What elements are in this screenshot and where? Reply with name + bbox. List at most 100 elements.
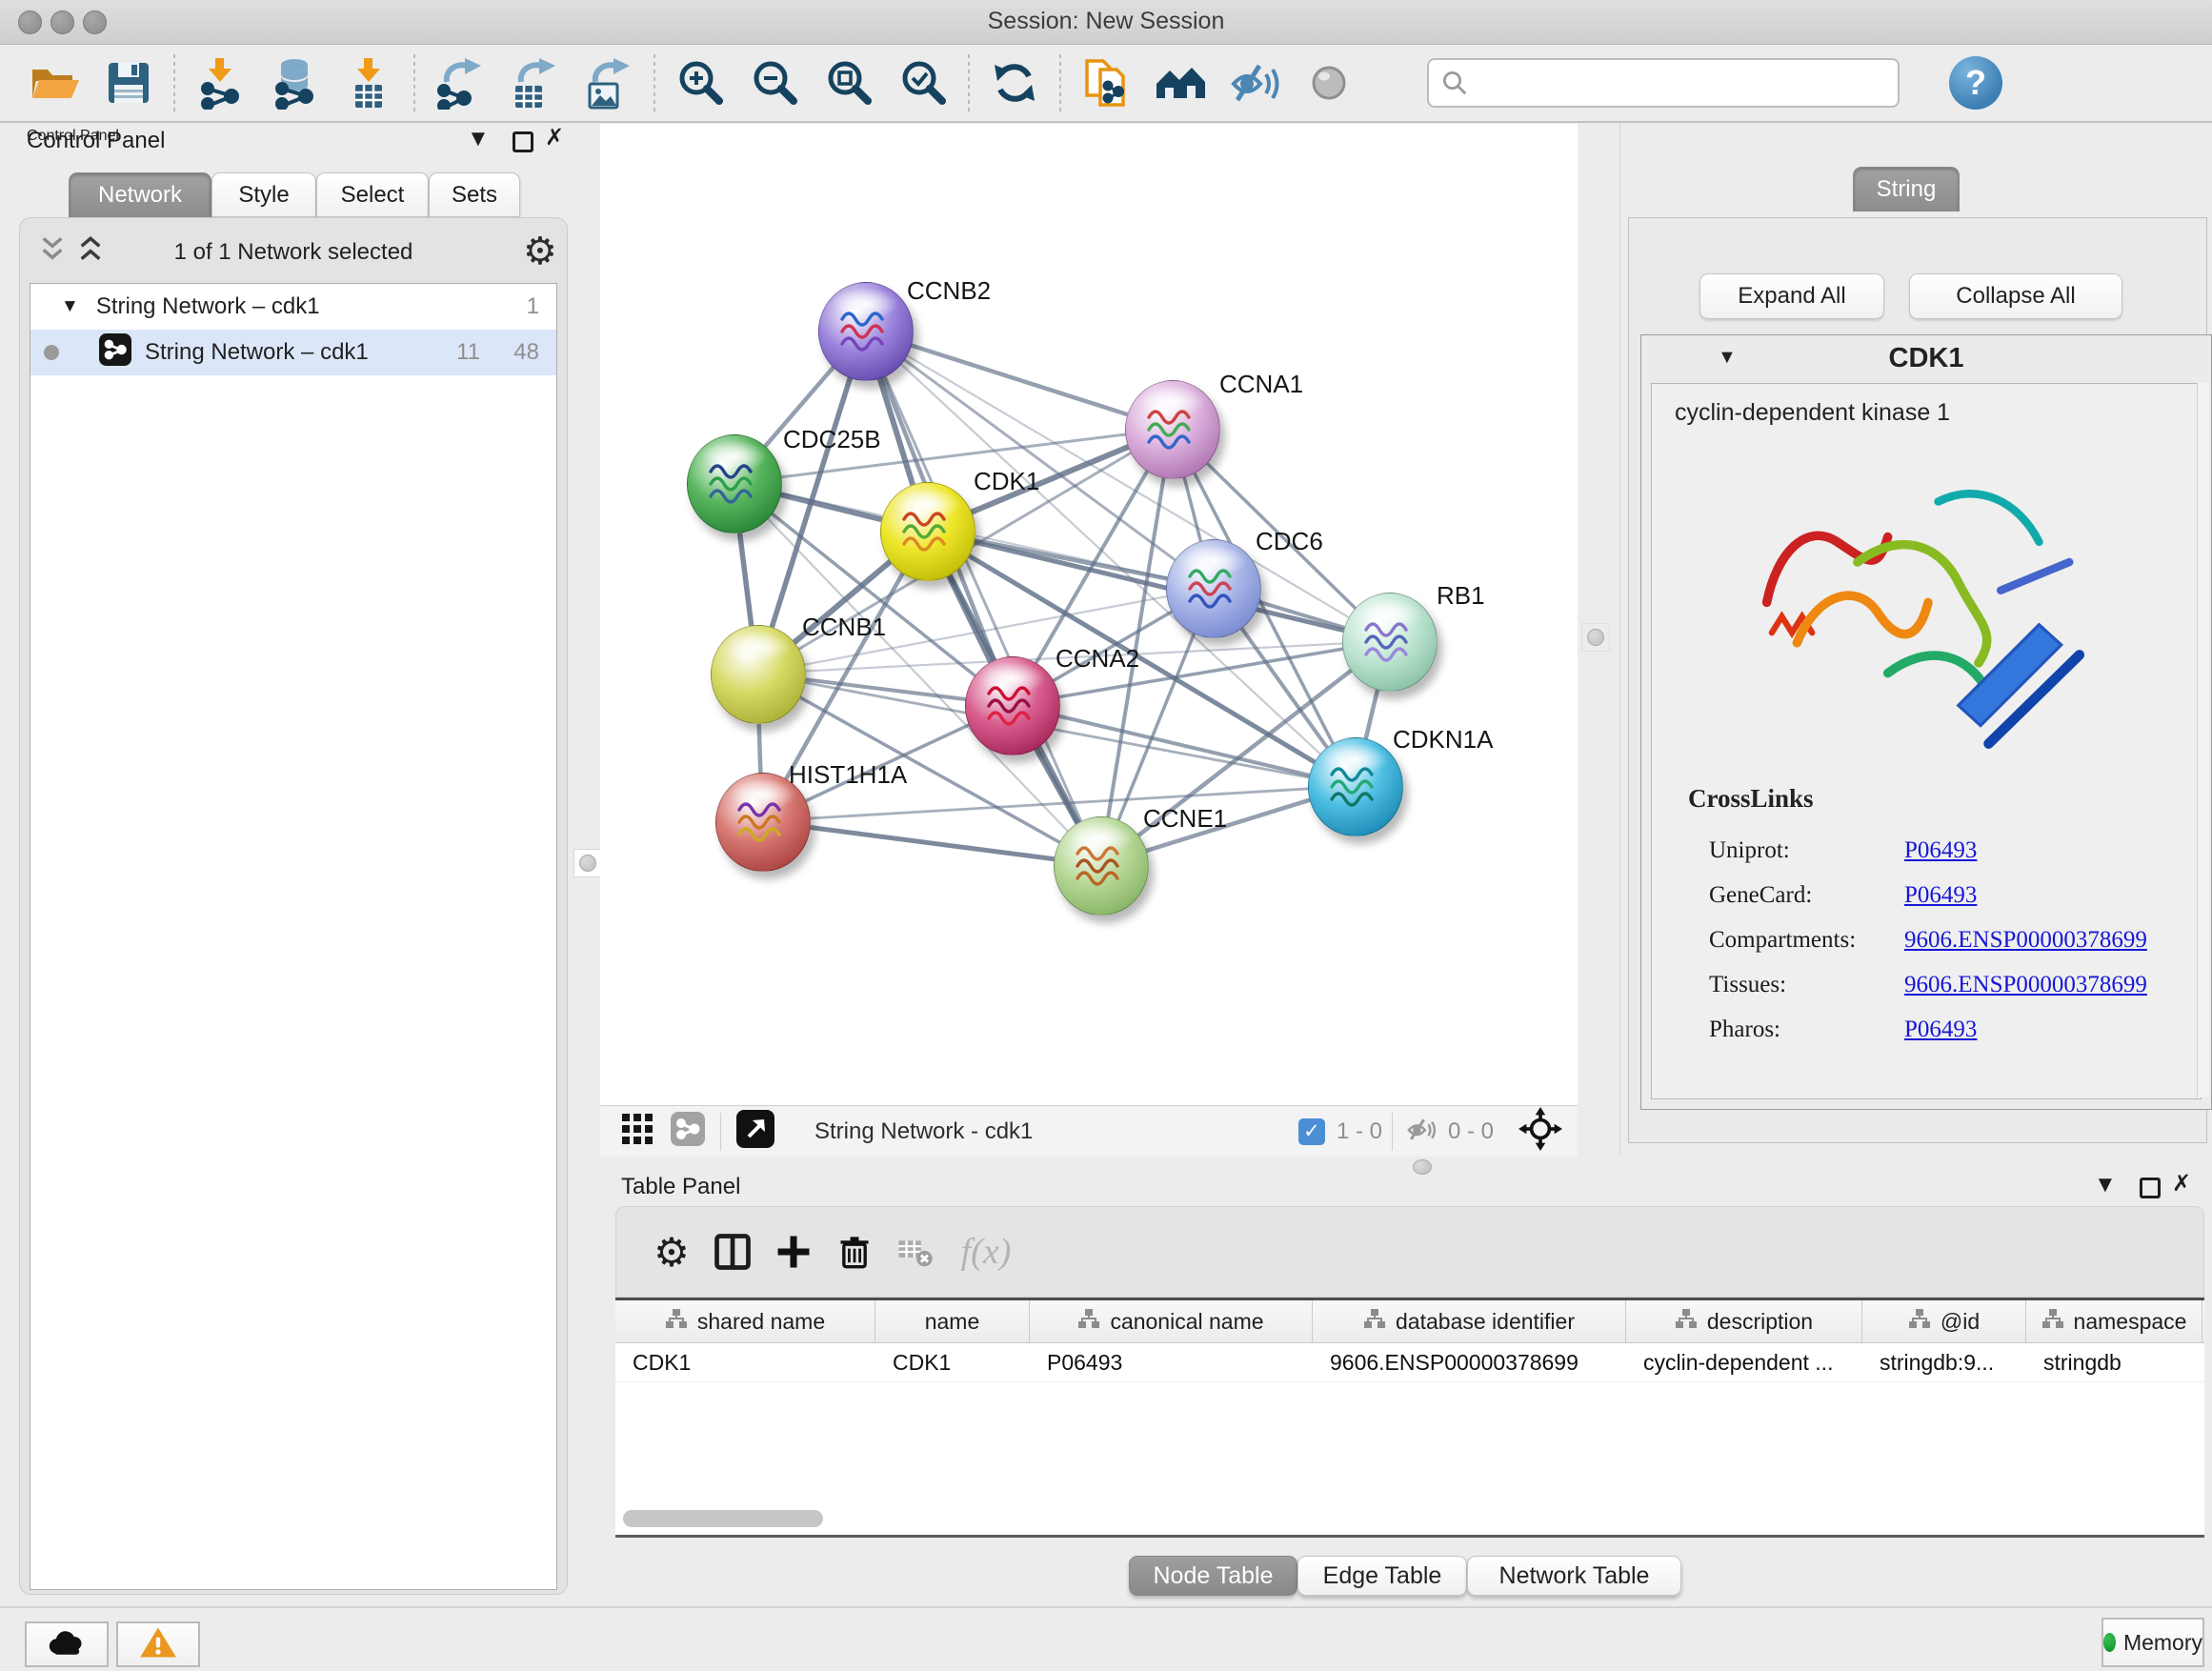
network-from-document-icon[interactable]: [1069, 51, 1143, 114]
zoom-fit-icon[interactable]: [812, 51, 886, 114]
control-panel-close-icon[interactable]: ✗: [545, 124, 564, 151]
export-image-icon[interactable]: [572, 51, 646, 114]
node-label-HIST1H1A: HIST1H1A: [789, 760, 907, 790]
tab-network-table[interactable]: Network Table: [1467, 1556, 1681, 1596]
main-toolbar: ?: [0, 45, 2212, 123]
tab-style[interactable]: Style: [211, 172, 316, 217]
control-panel-float-icon[interactable]: [513, 131, 533, 152]
node-CCNB2[interactable]: [818, 282, 914, 381]
delete-column-icon[interactable]: [824, 1226, 885, 1278]
add-column-icon[interactable]: [763, 1226, 824, 1278]
node-CCNA1[interactable]: [1125, 380, 1220, 479]
crosslink-value-link[interactable]: P06493: [1904, 1017, 1977, 1043]
export-table-icon[interactable]: [497, 51, 572, 114]
node-count: 11: [456, 339, 480, 366]
memory-button[interactable]: Memory: [2101, 1618, 2204, 1667]
column-header-namespace[interactable]: namespace: [2026, 1300, 2202, 1342]
column-header-name[interactable]: name: [875, 1300, 1030, 1342]
tab-edge-table[interactable]: Edge Table: [1297, 1556, 1467, 1596]
crosslink-value-link[interactable]: 9606.ENSP00000378699: [1904, 972, 2147, 998]
edge-HIST1H1A-CCNE1[interactable]: [762, 821, 1100, 865]
network-row-selected[interactable]: String Network – cdk1 11 48: [30, 330, 556, 375]
crosslink-row: Pharos:P06493: [1709, 1007, 2185, 1052]
tab-network[interactable]: Network: [69, 172, 211, 217]
node-CCNE1[interactable]: [1054, 816, 1149, 916]
export-network-icon[interactable]: [423, 51, 497, 114]
cell-id[interactable]: stringdb:9...: [1862, 1343, 2026, 1381]
node-RB1[interactable]: [1342, 593, 1438, 692]
warnings-button[interactable]: [116, 1621, 200, 1667]
show-columns-icon[interactable]: [702, 1226, 763, 1278]
node-label-CCNB2: CCNB2: [907, 276, 991, 306]
selected-checkbox-icon[interactable]: ✓: [1298, 1118, 1325, 1145]
results-scrollbar[interactable]: [2197, 383, 2209, 1097]
search-input[interactable]: [1427, 58, 1900, 108]
table-horizontal-scrollbar[interactable]: [623, 1510, 823, 1527]
tab-sets[interactable]: Sets: [429, 172, 520, 217]
node-CDKN1A[interactable]: [1308, 737, 1403, 836]
table-panel-menu-icon[interactable]: ▼: [2094, 1172, 2117, 1198]
crosslink-value-link[interactable]: P06493: [1904, 837, 1977, 864]
network-collection-row[interactable]: ▼ String Network – cdk1 1: [30, 284, 556, 330]
table-row[interactable]: CDK1CDK1P064939606.ENSP00000378699cyclin…: [615, 1343, 2204, 1382]
zoom-out-icon[interactable]: [737, 51, 812, 114]
hide-selected-icon[interactable]: [1217, 51, 1292, 114]
import-network-icon[interactable]: [183, 51, 257, 114]
fit-selected-crosshair-icon[interactable]: [1518, 1107, 1562, 1156]
cloud-status-button[interactable]: [25, 1621, 109, 1667]
import-database-icon[interactable]: [257, 51, 332, 114]
tree-expander-icon[interactable]: ▼: [61, 296, 79, 317]
tab-string[interactable]: String: [1853, 167, 1960, 211]
column-header-canonicalname[interactable]: canonical name: [1030, 1300, 1313, 1342]
detach-view-icon[interactable]: [736, 1110, 774, 1153]
network-view-canvas[interactable]: CCNB2CCNA1CDC25BCDK1CDC6RB1CCNB1CCNA2CDK…: [600, 124, 1578, 1105]
crosslink-value-link[interactable]: P06493: [1904, 882, 1977, 909]
cell-canonicalname[interactable]: P06493: [1030, 1343, 1313, 1381]
cell-name[interactable]: CDK1: [875, 1343, 1030, 1381]
node-CDC6[interactable]: [1166, 539, 1261, 638]
horizontal-splitter-handle[interactable]: [1413, 1159, 1432, 1175]
tab-select[interactable]: Select: [316, 172, 429, 217]
collapse-all-button[interactable]: Collapse All: [1909, 273, 2122, 319]
toolbar-divider: [654, 54, 655, 111]
left-splitter-handle[interactable]: [573, 849, 602, 877]
show-all-icon[interactable]: [1292, 51, 1366, 114]
table-panel-close-icon[interactable]: ✗: [2172, 1170, 2191, 1198]
grid-view-icon[interactable]: [621, 1113, 654, 1150]
expand-all-button[interactable]: Expand All: [1699, 273, 1884, 319]
function-builder-icon: f(x): [955, 1226, 1016, 1278]
node-CDK1[interactable]: [880, 482, 975, 581]
column-header-sharedname[interactable]: shared name: [615, 1300, 875, 1342]
zoom-selected-icon[interactable]: [886, 51, 960, 114]
cell-description[interactable]: cyclin-dependent ...: [1626, 1343, 1862, 1381]
cell-databaseidentifier[interactable]: 9606.ENSP00000378699: [1313, 1343, 1626, 1381]
zoom-in-icon[interactable]: [663, 51, 737, 114]
node-CCNB1[interactable]: [711, 625, 806, 724]
import-table-icon[interactable]: [332, 51, 406, 114]
warning-icon: [139, 1625, 177, 1664]
column-header-databaseidentifier[interactable]: database identifier: [1313, 1300, 1626, 1342]
string-view-icon[interactable]: [671, 1112, 705, 1151]
refresh-view-icon[interactable]: [977, 51, 1052, 114]
right-splitter-handle[interactable]: [1581, 623, 1610, 652]
crosslink-value-link[interactable]: 9606.ENSP00000378699: [1904, 927, 2147, 954]
cell-namespace[interactable]: stringdb: [2026, 1343, 2202, 1381]
toolbar-divider: [968, 54, 970, 111]
node-CCNA2[interactable]: [965, 656, 1060, 755]
cell-sharedname[interactable]: CDK1: [615, 1343, 875, 1381]
table-panel-float-icon[interactable]: [2140, 1178, 2161, 1198]
node-CDC25B[interactable]: [687, 434, 782, 534]
help-button[interactable]: ?: [1949, 56, 2002, 110]
crosslink-row: Compartments:9606.ENSP00000378699: [1709, 917, 2185, 962]
column-header-id[interactable]: @id: [1862, 1300, 2026, 1342]
string-app-icon: [99, 333, 131, 372]
network-view-title: String Network - cdk1: [814, 1118, 1033, 1145]
column-header-description[interactable]: description: [1626, 1300, 1862, 1342]
network-options-gear-icon[interactable]: ⚙: [523, 230, 557, 273]
open-session-icon[interactable]: [17, 51, 91, 114]
control-panel-menu-icon[interactable]: ▼: [467, 126, 490, 152]
table-gear-icon[interactable]: ⚙: [641, 1226, 702, 1278]
home-icon[interactable]: [1143, 51, 1217, 114]
save-session-icon[interactable]: [91, 51, 166, 114]
tab-node-table[interactable]: Node Table: [1129, 1556, 1297, 1596]
